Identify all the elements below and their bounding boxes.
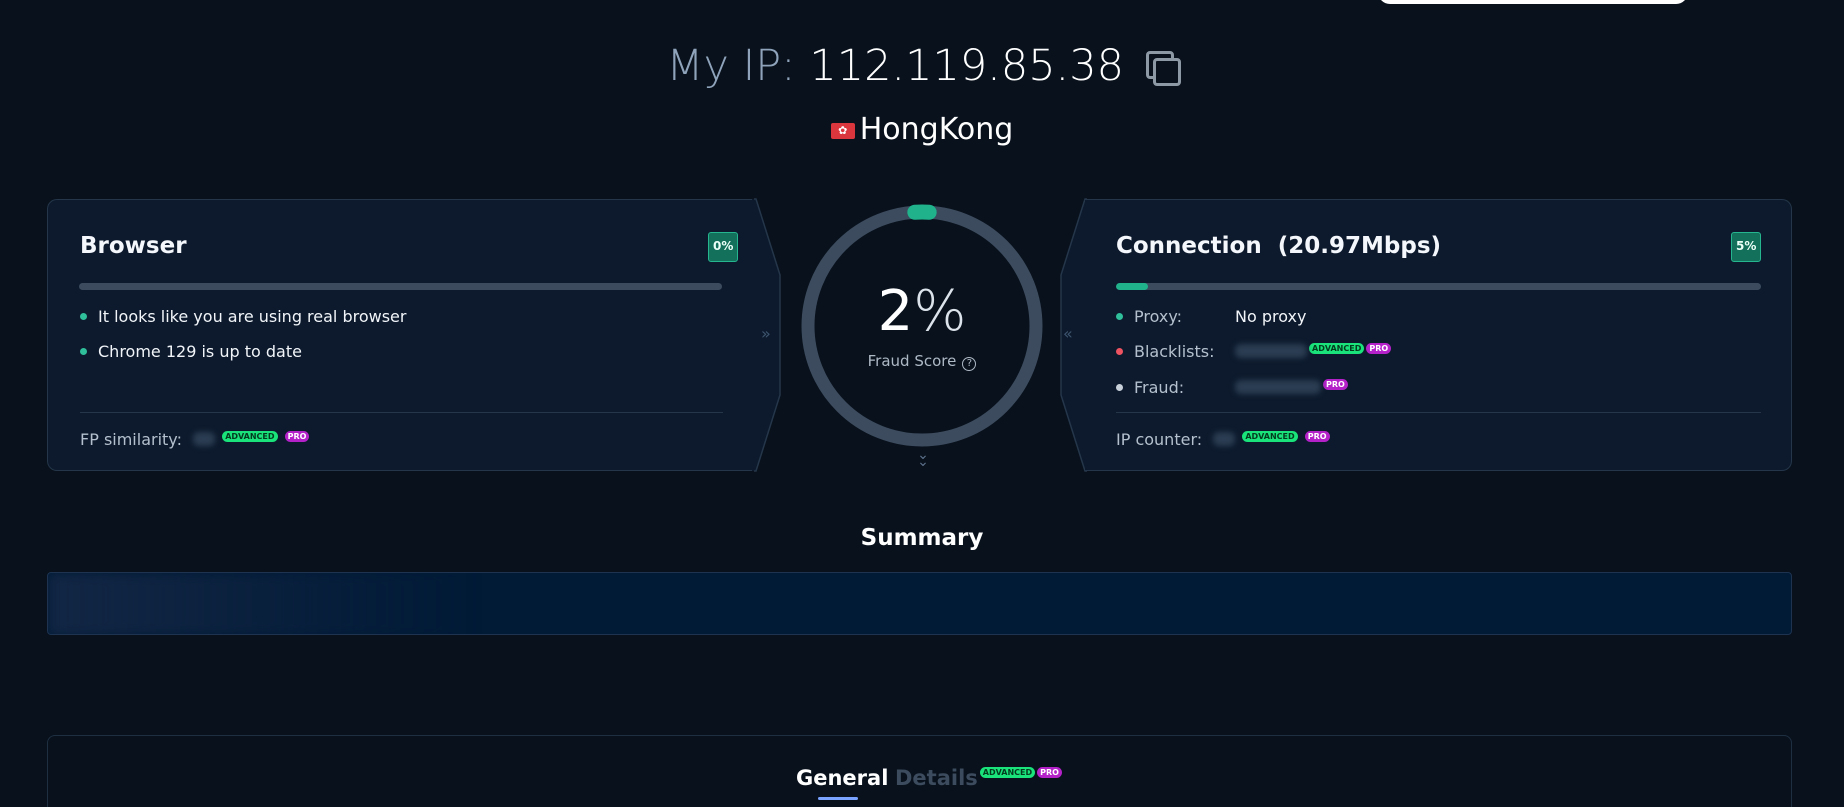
browser-divider [80, 412, 723, 413]
browser-progress-bar [79, 283, 722, 290]
advanced-tag: ADVANCED [1242, 431, 1298, 442]
browser-card-edge [752, 198, 781, 472]
summary-box [47, 572, 1792, 635]
fraud-score-label-row: Fraud Score? [796, 352, 1048, 371]
ip-counter-row: IP counter: ADVANCED PRO [1116, 430, 1330, 450]
fraud-score-unit: % [913, 279, 967, 344]
tab-details-label: Details [895, 766, 978, 790]
copy-icon[interactable] [1144, 49, 1181, 86]
search-field[interactable] [1378, 0, 1688, 4]
status-dot [1116, 313, 1123, 320]
connection-progress-fill [1116, 283, 1149, 290]
chevron-down-icon[interactable]: ⌄ ⌄ [908, 448, 938, 469]
chevron-right-icon: ›› [761, 324, 771, 343]
connection-title-text: Connection [1116, 233, 1262, 259]
summary-title: Summary [860, 525, 984, 551]
status-dot [1116, 384, 1123, 391]
location-name: HongKong [859, 112, 1014, 147]
fraud-score-value: 2% [796, 280, 1048, 344]
ip-heading: My IP: 112.119.85.38 [0, 40, 1844, 92]
pro-tag: PRO [1037, 767, 1062, 778]
active-tab-indicator [818, 797, 858, 800]
blurred-value [1213, 432, 1236, 446]
pro-tag: PRO [1366, 343, 1392, 354]
pro-tag: PRO [1304, 431, 1330, 442]
browser-check-item: Chrome 129 is up to date [80, 342, 302, 362]
ip-value: 112.119.85.38 [809, 41, 1124, 91]
connection-title: Connection (20.97Mbps) [1116, 233, 1441, 259]
advanced-tag: ADVANCED [1309, 343, 1365, 354]
connection-score-badge: 5% [1731, 232, 1762, 262]
fraud-label: Fraud: [1134, 378, 1185, 397]
status-dot [1116, 348, 1123, 355]
ip-label: My IP: [666, 41, 796, 91]
chevron-left-icon: ‹‹ [1063, 324, 1073, 343]
connection-divider [1116, 412, 1761, 413]
fp-similarity-row: FP similarity: ADVANCED PRO [80, 430, 310, 450]
fp-similarity-label: FP similarity: [80, 430, 182, 449]
tab-general[interactable]: General [796, 765, 888, 791]
connection-card: Connection (20.97Mbps) 5% Proxy: No prox… [1085, 199, 1792, 471]
proxy-row: Proxy: No proxy [1116, 307, 1306, 327]
status-dot [80, 313, 87, 320]
hong-kong-flag-icon: ✿ [830, 123, 855, 139]
fraud-score-number: 2 [877, 279, 914, 344]
pro-tag: PRO [1323, 379, 1348, 390]
blacklists-row: Blacklists: ADVANCED PRO [1116, 342, 1416, 362]
browser-card: Browser 0% It looks like you are using r… [47, 199, 755, 471]
location: ✿ HongKong [0, 112, 1844, 148]
proxy-label: Proxy: [1134, 307, 1183, 326]
fraud-score-label: Fraud Score [867, 352, 957, 370]
proxy-value: No proxy [1235, 307, 1307, 326]
browser-check-text: Chrome 129 is up to date [98, 342, 302, 361]
advanced-tag: ADVANCED [979, 767, 1036, 778]
status-dot [80, 348, 87, 355]
browser-title: Browser [80, 233, 187, 259]
connection-speed: (20.97Mbps) [1277, 233, 1442, 259]
help-icon[interactable]: ? [962, 357, 977, 371]
pro-tag: PRO [284, 431, 310, 442]
fraud-row: Fraud: PRO [1116, 378, 1416, 398]
blacklists-label: Blacklists: [1134, 342, 1215, 361]
connection-progress-bar [1116, 283, 1761, 290]
browser-check-text: It looks like you are using real browser [98, 307, 407, 326]
blurred-value [1235, 344, 1307, 358]
ip-counter-label: IP counter: [1116, 430, 1203, 449]
advanced-tag: ADVANCED [222, 431, 278, 442]
tab-details[interactable]: Details ADVANCED PRO [895, 765, 1062, 791]
blurred-value [1235, 380, 1321, 394]
blurred-summary-text [48, 573, 478, 634]
blurred-value [193, 432, 216, 446]
browser-check-item: It looks like you are using real browser [80, 307, 406, 327]
browser-score-badge: 0% [708, 232, 739, 262]
